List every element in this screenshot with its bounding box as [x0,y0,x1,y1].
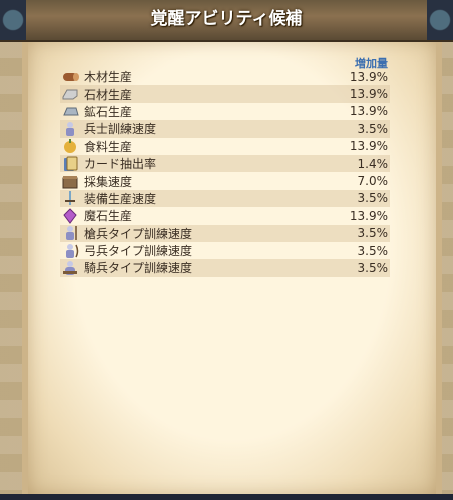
ability-value: 3.5% [357,226,389,241]
stone-block-icon [60,86,80,103]
equipment-icon [60,190,80,207]
ability-row-wood: 木材生産 13.9% [60,68,390,85]
ability-row-spearman-training: 槍兵タイプ訓練速度 3.5% [60,224,390,242]
ability-name: 石材生産 [84,87,133,102]
ability-row-gathering: 採集速度 7.0% [60,172,390,189]
spearman-icon [60,225,80,242]
ability-row-archer-training: 弓兵タイプ訓練速度 3.5% [60,242,390,259]
card-icon [60,155,80,172]
ability-list: 木材生産 13.9% 石材生産 13.9% 鉱石生産 13.9% 兵士訓練速度 … [60,68,390,277]
food-icon [60,138,80,155]
ability-value: 3.5% [357,121,389,136]
ore-ingot-icon [60,103,80,120]
archer-icon [60,242,80,259]
ability-value: 13.9% [349,139,388,154]
dialog-title: 覚醒アビリティ候補 [150,9,303,29]
ability-value: 7.0% [357,174,389,189]
cavalry-icon [60,259,80,276]
ability-value: 3.5% [357,260,389,275]
ability-value: 13.9% [349,208,388,223]
magic-stone-icon [60,207,80,224]
ability-value: 3.5% [357,243,389,258]
ability-value: 13.9% [349,104,388,119]
ability-name: 兵士訓練速度 [84,122,157,137]
ability-row-equipment: 装備生産速度 3.5% [60,189,390,208]
bottom-border [0,494,453,500]
ability-row-cavalry-training: 騎兵タイプ訓練速度 3.5% [60,259,390,277]
ability-row-magic-stone: 魔石生産 13.9% [60,207,390,224]
ability-value: 3.5% [357,191,389,206]
ability-name: 槍兵タイプ訓練速度 [84,226,193,241]
wood-log-icon [60,68,80,85]
ability-row-stone: 石材生産 13.9% [60,85,390,103]
ability-name: 魔石生産 [84,209,133,224]
soldier-icon [60,120,80,137]
ability-name: 弓兵タイプ訓練速度 [84,244,193,259]
ability-name: 木材生産 [84,70,133,85]
ability-name: 装備生産速度 [84,191,157,206]
ability-value: 1.4% [357,156,389,171]
ability-row-ore: 鉱石生産 13.9% [60,103,390,120]
ability-name: 鉱石生産 [84,104,133,119]
ability-row-soldier-training: 兵士訓練速度 3.5% [60,120,390,138]
ability-name: 採集速度 [84,174,133,189]
left-border-ornament [0,40,22,495]
ability-name: 騎兵タイプ訓練速度 [84,261,193,276]
ability-row-card-draw: カード抽出率 1.4% [60,154,390,173]
gathering-crate-icon [60,173,80,190]
ability-value: 13.9% [349,69,388,84]
ability-name: 食料生産 [84,139,133,154]
ability-row-food: 食料生産 13.9% [60,138,390,155]
ability-value: 13.9% [349,87,388,102]
ability-name: カード抽出率 [84,157,157,172]
